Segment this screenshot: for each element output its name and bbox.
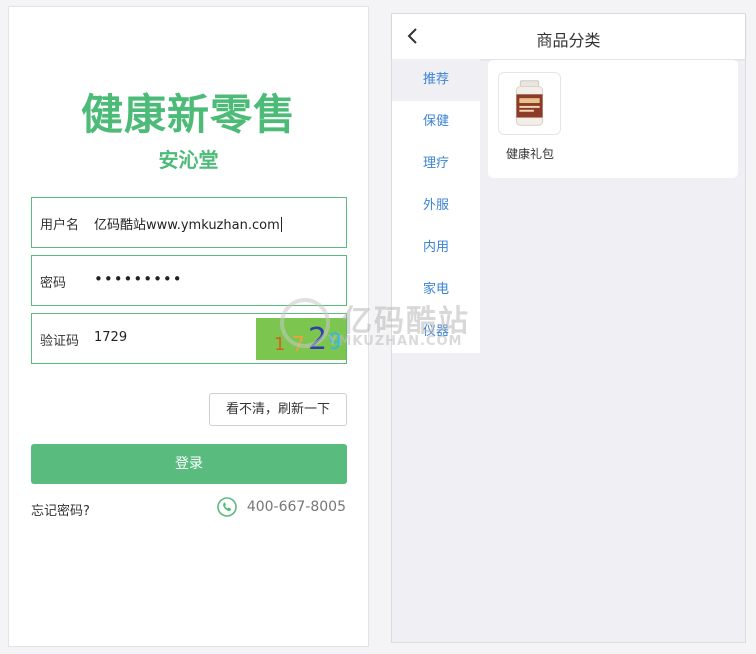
category-item-appliance[interactable]: 家电 — [392, 269, 480, 311]
category-header: 商品分类 — [392, 14, 745, 59]
category-item-health[interactable]: 保健 — [392, 101, 480, 143]
category-item-external[interactable]: 外服 — [392, 185, 480, 227]
login-panel: 健康新零售 安沁堂 用户名 亿码酷站www.ymkuzhan.com 密码 ••… — [8, 6, 369, 647]
captcha-input[interactable]: 1729 — [94, 330, 127, 345]
captcha-image[interactable]: 1 7 2 9 — [256, 318, 346, 360]
goods-image[interactable] — [498, 72, 561, 135]
phone-icon — [217, 497, 237, 517]
category-panel: 商品分类 推荐 保健 理疗 外服 内用 家电 仪器 健康礼包 — [391, 13, 746, 643]
category-item-instrument[interactable]: 仪器 — [392, 311, 480, 353]
password-input[interactable]: ••••••••• — [94, 270, 183, 288]
brand-title: 健康新零售 — [80, 90, 296, 139]
captcha-field[interactable]: 验证码 1729 1 7 2 9 — [31, 313, 347, 364]
captcha-char: 1 — [274, 334, 286, 355]
category-item-therapy[interactable]: 理疗 — [392, 143, 480, 185]
category-item-recommend[interactable]: 推荐 — [392, 59, 480, 101]
refresh-captcha-button[interactable]: 看不清，刷新一下 — [209, 393, 347, 426]
captcha-label: 验证码 — [40, 334, 80, 349]
captcha-char: 2 — [308, 322, 328, 357]
username-input[interactable]: 亿码酷站www.ymkuzhan.com — [94, 214, 282, 233]
login-button[interactable]: 登录 — [31, 444, 347, 484]
forgot-password-link[interactable]: 忘记密码? — [31, 500, 90, 519]
password-label: 密码 — [40, 276, 67, 291]
brand-subtitle: 安沁堂 — [158, 148, 219, 172]
captcha-char: 9 — [328, 330, 342, 355]
username-label: 用户名 — [40, 218, 80, 233]
goods-name: 健康礼包 — [506, 147, 555, 161]
captcha-char: 7 — [292, 332, 305, 356]
phone-number: 400-667-8005 — [246, 499, 346, 515]
supplement-bottle-icon — [515, 80, 544, 126]
category-nav: 推荐 保健 理疗 外服 内用 家电 仪器 — [392, 59, 480, 353]
phone-contact[interactable]: 400-667-8005 — [217, 497, 346, 517]
category-item-internal[interactable]: 内用 — [392, 227, 480, 269]
password-field[interactable]: 密码 ••••••••• — [31, 255, 347, 306]
goods-card[interactable]: 健康礼包 — [488, 60, 738, 178]
page-title: 商品分类 — [536, 31, 601, 50]
username-field[interactable]: 用户名 亿码酷站www.ymkuzhan.com — [31, 197, 347, 248]
